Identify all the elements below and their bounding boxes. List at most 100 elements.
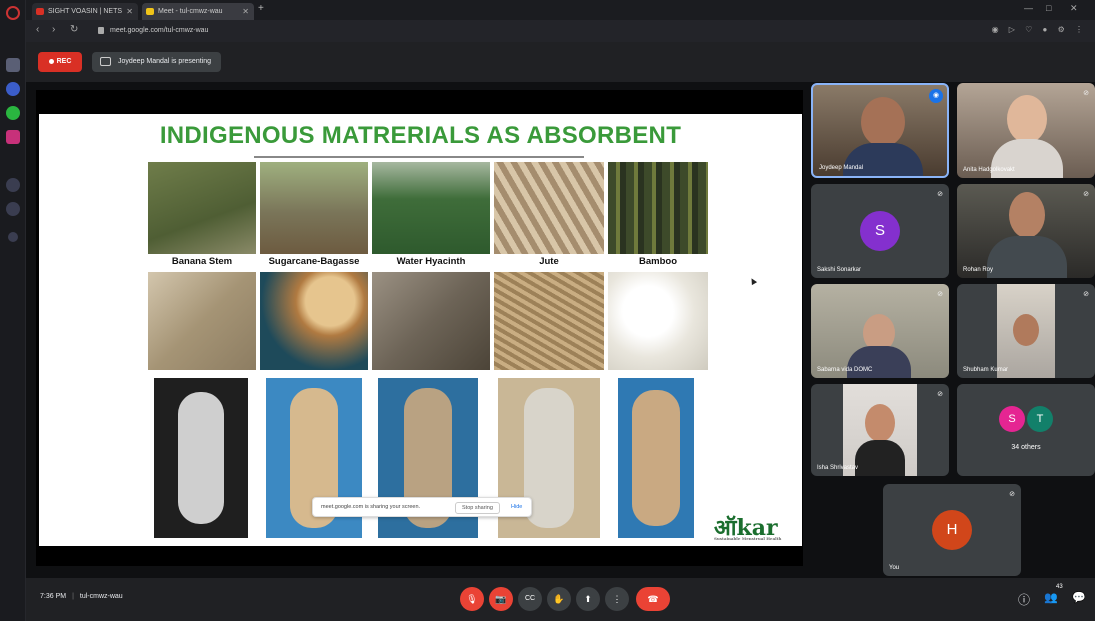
recording-badge: REC bbox=[38, 52, 82, 72]
muted-mic-icon: ⊘ bbox=[1083, 291, 1089, 298]
reload-icon[interactable]: ↻ bbox=[70, 24, 78, 35]
hide-button[interactable]: Hide bbox=[511, 504, 522, 510]
sidebar-messenger-icon[interactable] bbox=[6, 82, 20, 96]
sidebar-home-icon[interactable] bbox=[6, 58, 20, 72]
captions-button[interactable]: CC bbox=[518, 587, 542, 611]
chat-icon[interactable]: 💬 bbox=[1072, 591, 1086, 604]
participant-5-name: Sabarna vida DOMC bbox=[817, 367, 873, 373]
participant-4-body bbox=[987, 236, 1067, 278]
participant-6-name: Shubham Kumar bbox=[963, 367, 1009, 373]
sidebar-instagram-icon[interactable] bbox=[6, 130, 20, 144]
screen-share-notification: meet.google.com is sharing your screen. … bbox=[312, 497, 532, 517]
muted-mic-icon: ⊘ bbox=[1083, 90, 1089, 97]
participant-tile-7[interactable]: ⊘ Isha Shrivastav bbox=[811, 384, 949, 476]
pad-photo-1 bbox=[154, 378, 248, 538]
self-avatar: H bbox=[932, 510, 972, 550]
back-icon[interactable]: ‹ bbox=[36, 24, 39, 35]
close-window-button[interactable]: ✕ bbox=[1070, 3, 1078, 14]
jute-fiber-photo bbox=[494, 272, 604, 370]
self-tile[interactable]: H ⊘ You bbox=[883, 484, 1021, 576]
maximize-button[interactable]: □ bbox=[1046, 3, 1051, 13]
material-label-sugarcane-bagasse: Sugarcane-Bagasse bbox=[268, 256, 360, 267]
recording-dot-icon bbox=[48, 58, 54, 64]
raise-hand-button[interactable]: ✋ bbox=[547, 587, 571, 611]
browser-toolbar-icons[interactable]: ◉ ▷ ♡ ● ⚙ ⋮ bbox=[992, 25, 1087, 34]
participant-tile-2[interactable]: ⊘ Anita Hadgolkovakt bbox=[957, 83, 1095, 178]
material-label-banana-stem: Banana Stem bbox=[171, 256, 233, 267]
youtube-favicon-icon bbox=[36, 8, 44, 15]
material-label-jute: Jute bbox=[539, 256, 559, 267]
muted-mic-icon: ⊘ bbox=[1083, 191, 1089, 198]
new-tab-button[interactable]: + bbox=[258, 3, 264, 14]
meeting-code: tul-cmwz-wau bbox=[79, 593, 123, 600]
leave-call-button[interactable]: ☎ bbox=[636, 587, 670, 611]
sidebar-history-icon[interactable] bbox=[6, 178, 20, 192]
mic-toggle-button[interactable]: 🎙 bbox=[460, 587, 484, 611]
sugarcane-bagasse-photo bbox=[260, 162, 368, 254]
minimize-button[interactable]: — bbox=[1024, 3, 1033, 13]
meeting-time: 7:36 PM bbox=[40, 593, 67, 600]
jute-photo bbox=[494, 162, 604, 254]
sidebar-more-icon[interactable] bbox=[8, 232, 18, 242]
participant-tile-4[interactable]: ⊘ Rohan Roy bbox=[957, 184, 1095, 278]
bamboo-fiber-photo bbox=[608, 272, 708, 370]
pad-1 bbox=[178, 392, 224, 524]
participant-7-face bbox=[865, 404, 895, 442]
participant-tile-6[interactable]: ⊘ Shubham Kumar bbox=[957, 284, 1095, 378]
more-options-button[interactable]: ⋮ bbox=[605, 587, 629, 611]
slide-title: INDIGENOUS MATRERIALS AS ABSORBENT bbox=[159, 122, 682, 149]
tab-2-close-icon[interactable]: ✕ bbox=[242, 3, 249, 20]
address-bar-row: ‹ › ↻ meet.google.com/tul-cmwz-wau ◉ ▷ ♡… bbox=[26, 20, 1095, 42]
share-message: meet.google.com is sharing your screen. bbox=[321, 504, 421, 510]
presenting-text: Joydeep Mandal is presenting bbox=[118, 58, 212, 65]
aakar-logo: ऑkar Sustainable Menstrual Health bbox=[714, 512, 781, 542]
participant-7-name: Isha Shrivastav bbox=[817, 465, 859, 471]
participant-2-name: Anita Hadgolkovakt bbox=[963, 167, 1015, 173]
bamboo-photo bbox=[608, 162, 708, 254]
meet-favicon-icon bbox=[146, 8, 154, 15]
muted-mic-icon: ⊘ bbox=[937, 391, 943, 398]
participant-3-avatar: S bbox=[860, 211, 900, 251]
material-label-bamboo: Bamboo bbox=[639, 256, 677, 267]
participant-5-body bbox=[847, 346, 911, 378]
material-label-water-hyacinth: Water Hyacinth bbox=[396, 256, 466, 267]
participant-3-name: Sakshi Sonarkar bbox=[817, 267, 862, 273]
participant-2-face bbox=[1007, 95, 1047, 143]
people-icon[interactable]: 👥 bbox=[1044, 591, 1058, 604]
tab-2[interactable]: Meet - tul-cmwz-wau ✕ bbox=[142, 3, 254, 20]
others-avatar-t: T bbox=[1027, 406, 1053, 432]
present-now-button[interactable]: ⬆ bbox=[576, 587, 600, 611]
participant-tile-1[interactable]: ◉ Joydeep Mandal bbox=[811, 83, 949, 178]
participant-6-face bbox=[1013, 314, 1039, 346]
title-underline bbox=[254, 156, 584, 158]
self-name: You bbox=[889, 565, 900, 571]
forward-icon[interactable]: › bbox=[52, 24, 55, 35]
tab-bar: SIGHT VOASIN | NETS ✕ Meet - tul-cmwz-wa… bbox=[26, 0, 1095, 20]
participant-tile-8[interactable]: S T 34 others bbox=[957, 384, 1095, 476]
water-hyacinth-photo bbox=[372, 162, 490, 254]
logo-subtext: Sustainable Menstrual Health bbox=[714, 536, 782, 541]
sidebar-whatsapp-icon[interactable] bbox=[6, 106, 20, 120]
url-field[interactable]: meet.google.com/tul-cmwz-wau bbox=[98, 24, 458, 38]
camera-toggle-button[interactable]: 📷 bbox=[489, 587, 513, 611]
participant-1-name: Joydeep Mandal bbox=[819, 165, 864, 171]
participant-tile-3[interactable]: S ⊘ Sakshi Sonarkar bbox=[811, 184, 949, 278]
stop-sharing-button[interactable]: Stop sharing bbox=[455, 502, 500, 514]
tab-1[interactable]: SIGHT VOASIN | NETS ✕ bbox=[32, 3, 138, 20]
others-avatar-s: S bbox=[999, 406, 1025, 432]
meeting-info-icon[interactable]: ⓘ bbox=[1018, 591, 1030, 608]
meeting-details: 7:36 PM | tul-cmwz-wau bbox=[40, 593, 123, 600]
present-screen-icon bbox=[100, 57, 111, 66]
opera-logo-icon[interactable] bbox=[6, 6, 20, 20]
participant-1-body bbox=[843, 143, 923, 176]
presentation-slide: INDIGENOUS MATRERIALS AS ABSORBENT Banan… bbox=[39, 114, 802, 546]
tab-2-label: Meet - tul-cmwz-wau bbox=[158, 8, 223, 15]
banana-fiber-photo bbox=[148, 272, 256, 370]
sidebar-settings-icon[interactable] bbox=[6, 202, 20, 216]
bagasse-fiber-photo bbox=[260, 272, 368, 370]
tab-1-close-icon[interactable]: ✕ bbox=[126, 3, 133, 20]
participant-tile-5[interactable]: ⊘ Sabarna vida DOMC bbox=[811, 284, 949, 378]
presenting-indicator[interactable]: Joydeep Mandal is presenting bbox=[92, 52, 222, 72]
meet-bottom-bar: 7:36 PM | tul-cmwz-wau 🎙 📷 CC ✋ ⬆ ⋮ ☎ ⓘ 👥 … bbox=[26, 578, 1095, 621]
lock-icon bbox=[98, 26, 104, 34]
